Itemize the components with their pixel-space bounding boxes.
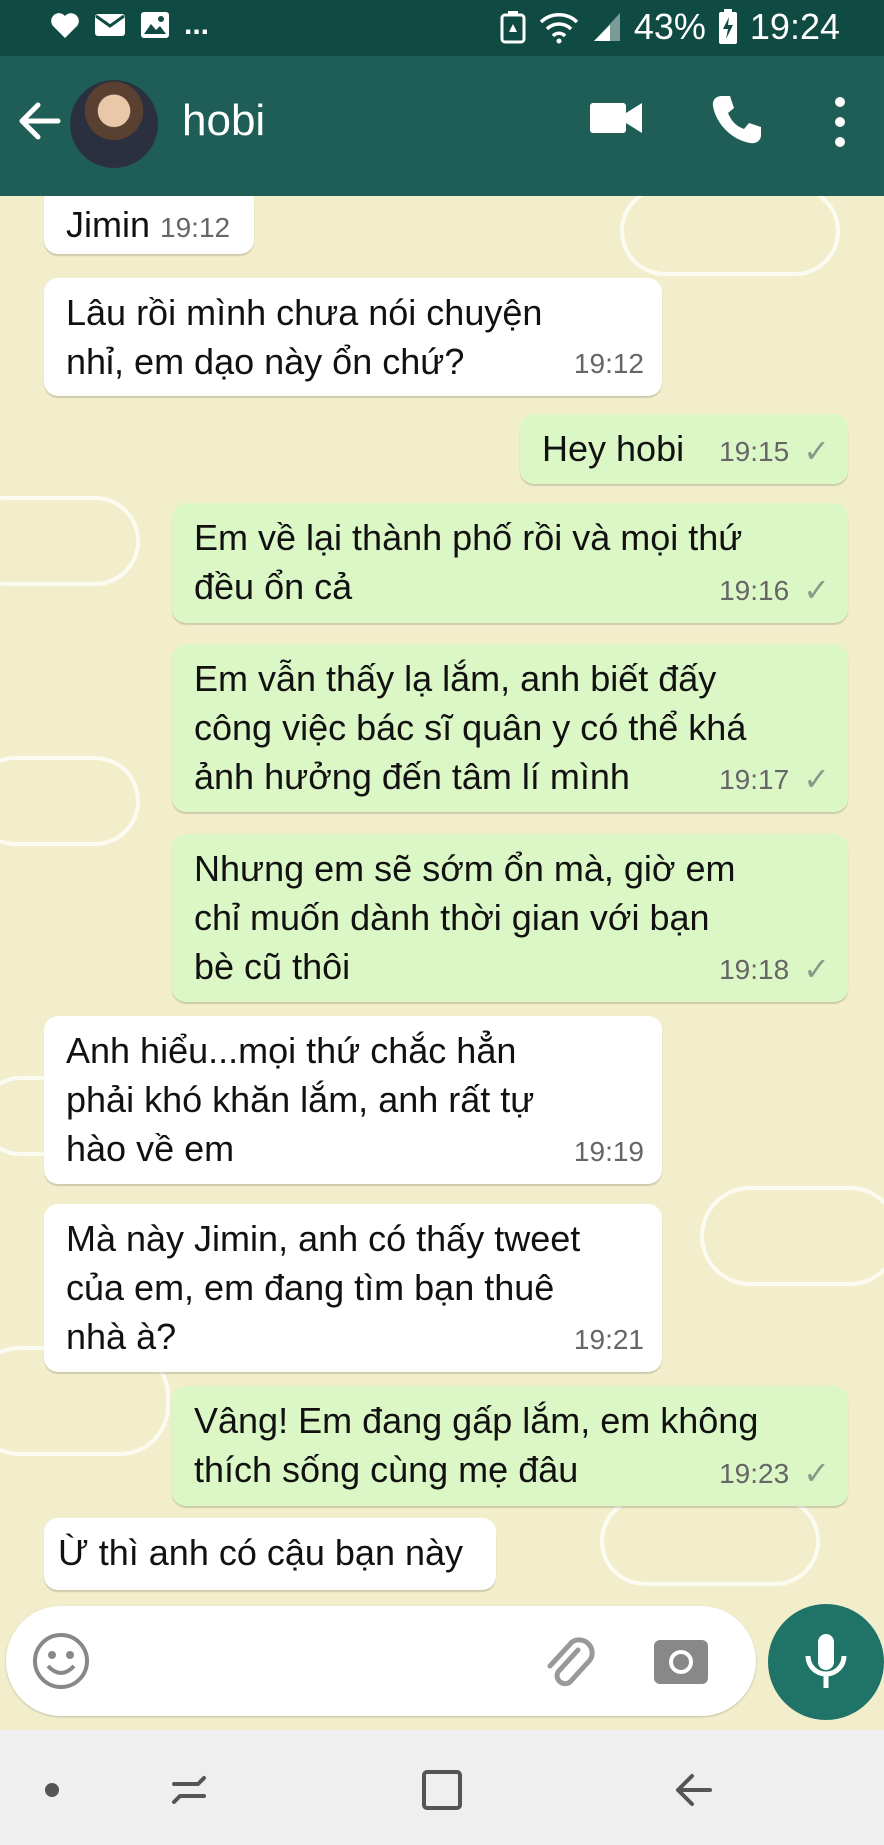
- message-text: Lâu rồi mình chưa nói chuyện nhỉ, em dạo…: [66, 292, 543, 382]
- message-time: 19:16: [719, 575, 790, 606]
- wallpaper-cloud: [620, 196, 840, 276]
- image-icon: [141, 12, 169, 38]
- wallpaper-cloud: [700, 1186, 884, 1286]
- wallpaper-cloud: [600, 1496, 820, 1586]
- mic-icon: [805, 1634, 847, 1688]
- incoming-message[interactable]: Ừ thì anh có cậu bạn này: [44, 1518, 496, 1590]
- outgoing-message[interactable]: Em về lại thành phố rồi và mọi thứ đều ổ…: [172, 503, 848, 623]
- recents-icon[interactable]: [160, 1760, 220, 1820]
- message-time: 19:18: [719, 954, 790, 985]
- emoji-icon[interactable]: [30, 1630, 92, 1692]
- message-text: Jimin: [66, 204, 151, 245]
- system-nav-bar: [0, 1730, 884, 1845]
- contact-name[interactable]: hobi: [182, 96, 265, 146]
- sent-check-icon: ✓: [803, 951, 830, 987]
- clock: 19:24: [749, 6, 840, 47]
- mic-button[interactable]: [768, 1604, 884, 1720]
- message-list[interactable]: Jimin 19:12 Lâu rồi mình chưa nói chuyện …: [0, 196, 884, 1606]
- outgoing-message[interactable]: Hey hobi 19:15 ✓: [520, 414, 848, 484]
- message-time: 19:23: [719, 1458, 790, 1489]
- message-time: 19:15: [719, 436, 790, 467]
- message-text: Anh hiểu...mọi thứ chắc hẳn phải khó khă…: [66, 1030, 535, 1169]
- message-text: Hey hobi: [542, 428, 685, 469]
- sent-check-icon: ✓: [803, 433, 830, 469]
- message-time: 19:19: [573, 1136, 644, 1167]
- status-bar: ... 43% 19:24: [0, 0, 884, 56]
- notification-icons: ...: [50, 8, 209, 42]
- wallpaper-cloud: [0, 756, 140, 846]
- back-arrow-icon[interactable]: [14, 96, 64, 146]
- system-status: 43% 19:24: [500, 6, 840, 48]
- paperclip-icon[interactable]: [538, 1630, 600, 1692]
- mail-icon: [95, 14, 125, 36]
- battery-percent: 43%: [633, 6, 706, 47]
- message-time: 19:12: [573, 348, 644, 379]
- outgoing-message[interactable]: Vâng! Em đang gấp lắm, em không thích số…: [172, 1386, 848, 1506]
- home-icon[interactable]: [412, 1760, 472, 1820]
- recycle-icon: [500, 11, 526, 44]
- incoming-message[interactable]: Lâu rồi mình chưa nói chuyện nhỉ, em dạo…: [44, 278, 662, 396]
- more-vert-icon[interactable]: [828, 92, 852, 152]
- heart-icon: [51, 13, 79, 38]
- incoming-message[interactable]: Jimin 19:12: [44, 196, 254, 254]
- camera-icon[interactable]: [650, 1630, 712, 1692]
- message-input[interactable]: [6, 1606, 756, 1716]
- message-time: 19:21: [573, 1324, 644, 1355]
- wifi-icon: [539, 13, 579, 44]
- signal-icon: [593, 13, 620, 41]
- chat-header: hobi: [0, 56, 884, 196]
- message-time: 19:17: [719, 764, 790, 795]
- outgoing-message[interactable]: Nhưng em sẽ sớm ổn mà, giờ em chỉ muốn d…: [172, 834, 848, 1002]
- sent-check-icon: ✓: [803, 1455, 830, 1491]
- wallpaper-cloud: [0, 496, 140, 586]
- avatar[interactable]: [70, 80, 158, 168]
- message-time: 19:12: [160, 212, 231, 243]
- incoming-message[interactable]: Mà này Jimin, anh có thấy tweet của em, …: [44, 1204, 662, 1372]
- battery-icon: [718, 9, 737, 44]
- phone-icon[interactable]: [708, 92, 764, 148]
- incoming-message[interactable]: Anh hiểu...mọi thứ chắc hẳn phải khó khă…: [44, 1016, 662, 1184]
- sent-check-icon: ✓: [803, 761, 830, 797]
- sent-check-icon: ✓: [803, 572, 830, 608]
- nav-dot-icon[interactable]: [22, 1760, 82, 1820]
- nav-back-icon[interactable]: [664, 1760, 724, 1820]
- outgoing-message[interactable]: Em vẫn thấy lạ lắm, anh biết đấy công vi…: [172, 644, 848, 812]
- message-text: Mà này Jimin, anh có thấy tweet của em, …: [66, 1218, 581, 1357]
- more-notifications: ...: [184, 8, 210, 41]
- message-text: Ừ thì anh có cậu bạn này: [58, 1532, 464, 1573]
- video-call-icon[interactable]: [588, 98, 644, 138]
